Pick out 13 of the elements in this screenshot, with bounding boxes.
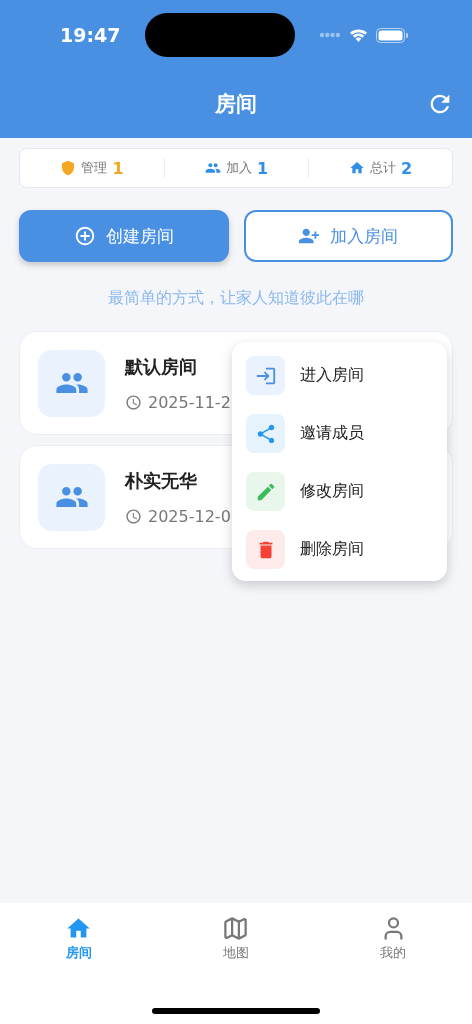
room-name: 朴实无华 bbox=[125, 468, 198, 493]
stat-count: 2 bbox=[400, 158, 413, 178]
room-name: 默认房间 bbox=[125, 354, 198, 379]
stat-label: 加入 bbox=[225, 159, 252, 177]
stat-label: 总计 bbox=[369, 159, 396, 177]
page-title: 房间 bbox=[215, 91, 257, 118]
stat-count: 1 bbox=[112, 158, 124, 178]
tagline: 最简单的方式，让家人知道彼此在哪 bbox=[107, 288, 365, 309]
room-date: 2025-12-0 bbox=[148, 506, 231, 526]
stat-count: 1 bbox=[256, 158, 269, 178]
stat-label: 管理 bbox=[81, 159, 108, 177]
room-date: 2025-11-2 bbox=[148, 392, 231, 412]
status-time: 19:47 bbox=[60, 24, 121, 46]
